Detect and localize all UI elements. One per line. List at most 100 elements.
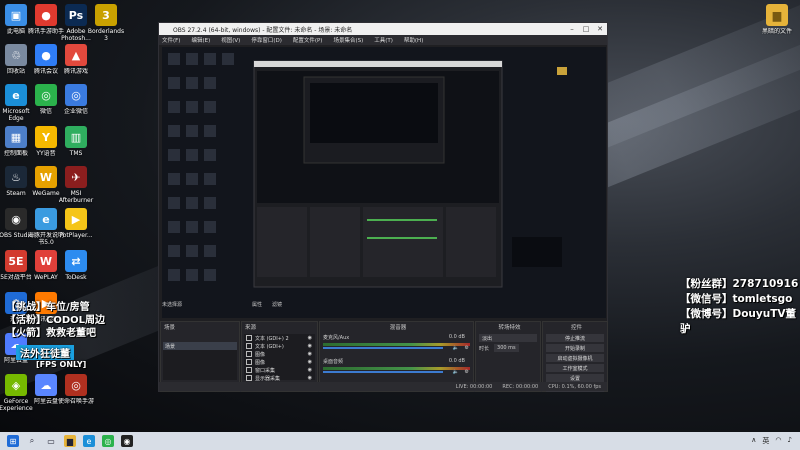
file-explorer-icon[interactable]: ▆ [64, 435, 76, 447]
network-icon[interactable]: ◠ [775, 436, 781, 446]
text-icon [246, 343, 252, 349]
chevron-up-icon[interactable]: ∧ [751, 436, 756, 446]
menu-profile[interactable]: 配置文件(P) [293, 36, 323, 44]
menu-scene-collection[interactable]: 场景集合(S) [333, 36, 363, 44]
obs-taskbar-icon[interactable]: ◉ [121, 435, 133, 447]
eye-icon[interactable]: ◉ [308, 343, 312, 349]
edge-icon[interactable]: e [83, 435, 95, 447]
app-icon: Y [35, 126, 57, 148]
speaker-icon[interactable]: 🔈 [453, 345, 459, 351]
desktop-icon-label: 腾讯游戏 [63, 68, 88, 75]
windows-start-icon[interactable]: ⊞ [7, 435, 19, 447]
desktop-icon[interactable]: ⇄ ToDesk [56, 250, 96, 281]
desktop-icon-folder[interactable]: ▆ 黑暗的文件 [755, 4, 799, 35]
source-row[interactable]: 窗口采集 ◉ [244, 366, 315, 374]
menu-view[interactable]: 视图(V) [221, 36, 240, 44]
level-meter [323, 367, 470, 370]
transition-select[interactable]: 淡出 [479, 334, 537, 342]
eye-icon[interactable]: ◉ [308, 335, 312, 341]
eye-icon[interactable]: ◉ [308, 375, 312, 381]
settings-button[interactable]: 设置 [546, 374, 604, 382]
duration-input[interactable]: 300 ms [494, 344, 519, 352]
desktop-icon-label: PotPlayer... [59, 232, 93, 239]
text-icon [246, 335, 252, 341]
app-icon: ◎ [35, 84, 57, 106]
duration-row: 时长 300 ms [476, 344, 540, 352]
desktop-icon[interactable]: ✈ MSI Afterburner [56, 166, 96, 204]
menu-edit[interactable]: 编辑(E) [191, 36, 210, 44]
speaker-icon[interactable]: 🔈 [453, 369, 459, 375]
source-label: 显示器采集 [255, 375, 281, 382]
maximize-button[interactable]: □ [579, 23, 593, 35]
gear-icon[interactable]: ⚙ [465, 369, 469, 375]
menu-docks[interactable]: 停靠窗口(D) [251, 36, 282, 44]
scene-item[interactable]: 场景 [163, 342, 237, 350]
obs-window[interactable]: OBS 27.2.4 (64-bit, windows) - 配置文件: 未命名… [158, 22, 608, 392]
eye-icon[interactable]: ◉ [308, 367, 312, 373]
scenes-title: 场景 [164, 325, 176, 331]
system-tray: ∧ 英 ◠ ♪ [751, 436, 792, 446]
scene-item-label: 场景 [165, 343, 176, 350]
minimize-button[interactable]: – [565, 23, 579, 35]
source-label: 图像 [255, 351, 266, 358]
properties-button[interactable]: 属性 [252, 301, 262, 308]
app-icon: ♨ [5, 166, 27, 188]
source-row[interactable]: 图像 ◉ [244, 358, 315, 366]
track-db: 0.0 dB [448, 334, 465, 340]
start-recording-button[interactable]: 开始录制 [546, 344, 604, 352]
overlay-left-3: 【火箭】救救老董吧 [6, 328, 96, 339]
mixer-track: 桌面音频 0.0 dB 🔈 ⚙ [320, 356, 473, 380]
start-virtual-camera-button[interactable]: 启动虚拟摄像机 [546, 354, 604, 362]
volume-icon[interactable]: ♪ [788, 436, 792, 446]
live-status: LIVE: 00:00:00 [455, 383, 493, 390]
gear-icon[interactable]: ⚙ [465, 345, 469, 351]
app-icon: ☁ [35, 374, 57, 396]
obs-statusbar: LIVE: 00:00:00 REC: 00:00:00 CPU: 0.1%, … [159, 382, 607, 391]
overlay-fps-only: [FPS ONLY] [36, 360, 87, 369]
rec-status: REC: 00:00:00 [502, 383, 539, 390]
wechat-icon[interactable]: ◎ [102, 435, 114, 447]
desktop-icon[interactable]: ▶ PotPlayer... [56, 208, 96, 239]
level-meter [323, 343, 470, 346]
menu-tools[interactable]: 工具(T) [374, 36, 393, 44]
app-icon: ♲ [5, 44, 27, 66]
obs-titlebar[interactable]: OBS 27.2.4 (64-bit, windows) - 配置文件: 未命名… [159, 23, 607, 35]
app-icon: e [5, 84, 27, 106]
search-icon[interactable]: ⌕ [26, 435, 38, 447]
ime-indicator[interactable]: 英 [762, 436, 769, 446]
studio-mode-button[interactable]: 工作室模式 [546, 364, 604, 372]
stop-streaming-button[interactable]: 停止推流 [546, 334, 604, 342]
desktop-icon[interactable]: ▲ 腾讯游戏 [56, 44, 96, 75]
volume-slider[interactable] [323, 347, 443, 349]
filters-button[interactable]: 滤镜 [272, 301, 282, 308]
source-row[interactable]: 显示器采集 ◉ [244, 374, 315, 382]
no-source-selected: 未选择源 [162, 301, 183, 308]
app-icon: ▶ [65, 208, 87, 230]
desktop-icon-label: TMS [69, 150, 83, 157]
transition-value: 淡出 [482, 335, 493, 342]
desktop-icon[interactable]: ◎ 企业微信 [56, 84, 96, 115]
task-view-icon[interactable]: ▭ [45, 435, 57, 447]
source-label: 图像 [255, 359, 266, 366]
source-row[interactable]: 文本 (GDI+) ◉ [244, 342, 315, 350]
transitions-title: 转场特效 [498, 325, 521, 331]
eye-icon[interactable]: ◉ [308, 359, 312, 365]
mixer-track: 麦克风/Aux 0.0 dB 🔈 ⚙ [320, 332, 473, 356]
menu-help[interactable]: 帮助(H) [404, 36, 423, 44]
source-row[interactable]: 图像 ◉ [244, 350, 315, 358]
close-button[interactable]: ✕ [593, 23, 607, 35]
desktop-icon[interactable]: 3 Borderlands 3 [86, 4, 126, 42]
source-row[interactable]: 文本 (GDI+) 2 ◉ [244, 334, 315, 342]
desktop-icon[interactable]: ▥ TMS [56, 126, 96, 157]
monitor-icon [246, 375, 252, 381]
desktop-icon[interactable]: ◎ 使命召唤手游 [56, 374, 96, 405]
app-icon: ▦ [5, 126, 27, 148]
volume-slider[interactable] [323, 371, 443, 373]
menu-file[interactable]: 文件(F) [162, 36, 180, 44]
eye-icon[interactable]: ◉ [308, 351, 312, 357]
app-icon: 5E [5, 250, 27, 272]
obs-preview-canvas[interactable] [162, 47, 606, 318]
source-label: 窗口采集 [255, 367, 276, 374]
desktop-icon-label: 使命召唤手游 [57, 398, 94, 405]
image-icon [246, 351, 252, 357]
